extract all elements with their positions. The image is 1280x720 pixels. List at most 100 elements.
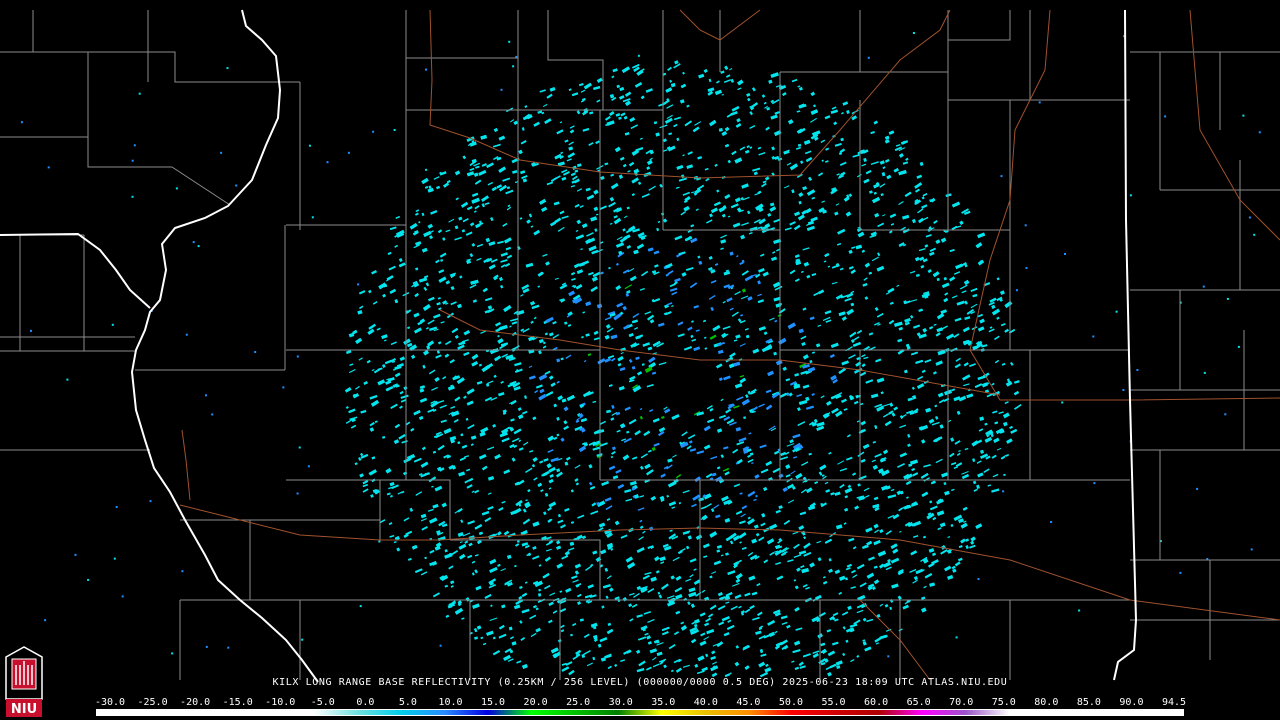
echo-pixel <box>522 518 531 525</box>
echo-pixel <box>604 334 610 340</box>
echo-pixel <box>976 460 982 464</box>
echo-pixel <box>813 104 816 108</box>
echo-pixel <box>501 500 506 504</box>
echo-pixel <box>481 510 490 516</box>
echo-pixel <box>639 519 643 523</box>
echo-pixel <box>798 328 804 334</box>
echo-pixel <box>864 296 869 300</box>
echo-pixel <box>509 649 514 654</box>
echo-pixel <box>956 410 961 415</box>
echo-pixel <box>941 282 950 289</box>
echo-pixel <box>889 301 894 305</box>
echo-pixel <box>658 430 665 437</box>
echo-pixel <box>763 486 768 492</box>
echo-pixel <box>938 399 945 404</box>
echo-pixel <box>758 536 765 542</box>
echo-pixel <box>736 118 741 123</box>
echo-pixel <box>471 158 477 163</box>
echo-pixel <box>459 456 467 461</box>
echo-pixel <box>799 665 806 669</box>
echo-pixel <box>659 556 666 562</box>
echo-pixel <box>744 149 750 154</box>
echo-pixel <box>480 636 484 640</box>
echo-pixel <box>811 393 815 396</box>
echo-pixel <box>500 285 504 289</box>
echo-pixel <box>604 567 609 572</box>
echo-pixel <box>735 645 739 649</box>
echo-pixel <box>628 418 637 425</box>
echo-pixel <box>720 239 727 244</box>
echo-pixel <box>921 369 926 373</box>
echo-pixel <box>905 157 909 161</box>
echo-pixel <box>803 536 807 540</box>
echo-pixel <box>847 605 852 611</box>
echo-pixel <box>610 417 615 421</box>
echo-pixel <box>882 403 890 407</box>
echo-pixel <box>773 281 781 288</box>
echo-pixel <box>960 284 968 290</box>
echo-pixel <box>622 228 626 232</box>
echo-pixel <box>885 530 892 535</box>
echo-pixel <box>954 317 962 322</box>
echo-pixel <box>701 589 706 593</box>
echo-pixel <box>528 375 536 380</box>
echo-pixel <box>752 167 761 172</box>
echo-pixel <box>487 181 494 186</box>
echo-pixel <box>958 450 961 453</box>
echo-pixel <box>970 303 978 309</box>
echo-pixel <box>623 164 627 168</box>
echo-pixel <box>738 437 747 443</box>
echo-pixel <box>856 173 862 178</box>
echo-pixel <box>553 436 558 440</box>
echo-pixel <box>539 198 547 205</box>
echo-pixel <box>899 153 904 158</box>
echo-pixel <box>898 628 903 632</box>
echo-pixel <box>731 582 740 587</box>
echo-pixel <box>390 341 397 346</box>
echo-pixel <box>616 302 624 308</box>
echo-pixel <box>793 224 801 231</box>
echo-pixel <box>678 177 687 182</box>
echo-pixel <box>787 322 796 330</box>
echo-pixel <box>789 221 796 226</box>
echo-pixel <box>693 568 697 571</box>
echo-pixel <box>386 492 391 496</box>
echo-pixel <box>782 92 787 97</box>
echo-pixel <box>740 234 746 240</box>
echo-pixel <box>856 654 860 658</box>
echo-pixel <box>920 264 925 269</box>
echo-pixel <box>630 124 639 130</box>
echo-pixel <box>880 193 884 196</box>
echo-pixel <box>793 579 797 582</box>
echo-pixel <box>608 266 611 270</box>
echo-pixel <box>466 484 473 489</box>
echo-pixel <box>755 532 760 537</box>
echo-pixel <box>467 520 475 525</box>
echo-pixel <box>667 145 676 152</box>
echo-pixel <box>471 572 475 576</box>
echo-pixel <box>978 428 984 432</box>
echo-pixel <box>932 371 937 375</box>
echo-pixel <box>670 575 675 580</box>
echo-pixel <box>830 342 839 348</box>
echo-pixel <box>794 585 799 590</box>
echo-pixel <box>964 447 969 451</box>
echo-pixel <box>929 582 936 587</box>
echo-pixel <box>628 603 632 607</box>
echo-pixel <box>574 570 580 575</box>
echo-pixel <box>470 435 477 440</box>
echo-pixel <box>424 186 429 189</box>
echo-pixel <box>497 563 501 567</box>
echo-pixel <box>970 540 975 545</box>
echo-pixel <box>966 393 974 399</box>
echo-pixel <box>450 406 456 409</box>
echo-pixel <box>513 428 522 435</box>
echo-pixel <box>466 468 471 472</box>
echo-pixel <box>921 204 928 209</box>
echo-pixel <box>686 104 690 108</box>
echo-pixel <box>758 661 766 668</box>
echo-pixel <box>707 418 715 423</box>
echo-pixel <box>705 617 712 623</box>
echo-pixel <box>918 217 925 224</box>
echo-pixel <box>359 473 364 478</box>
